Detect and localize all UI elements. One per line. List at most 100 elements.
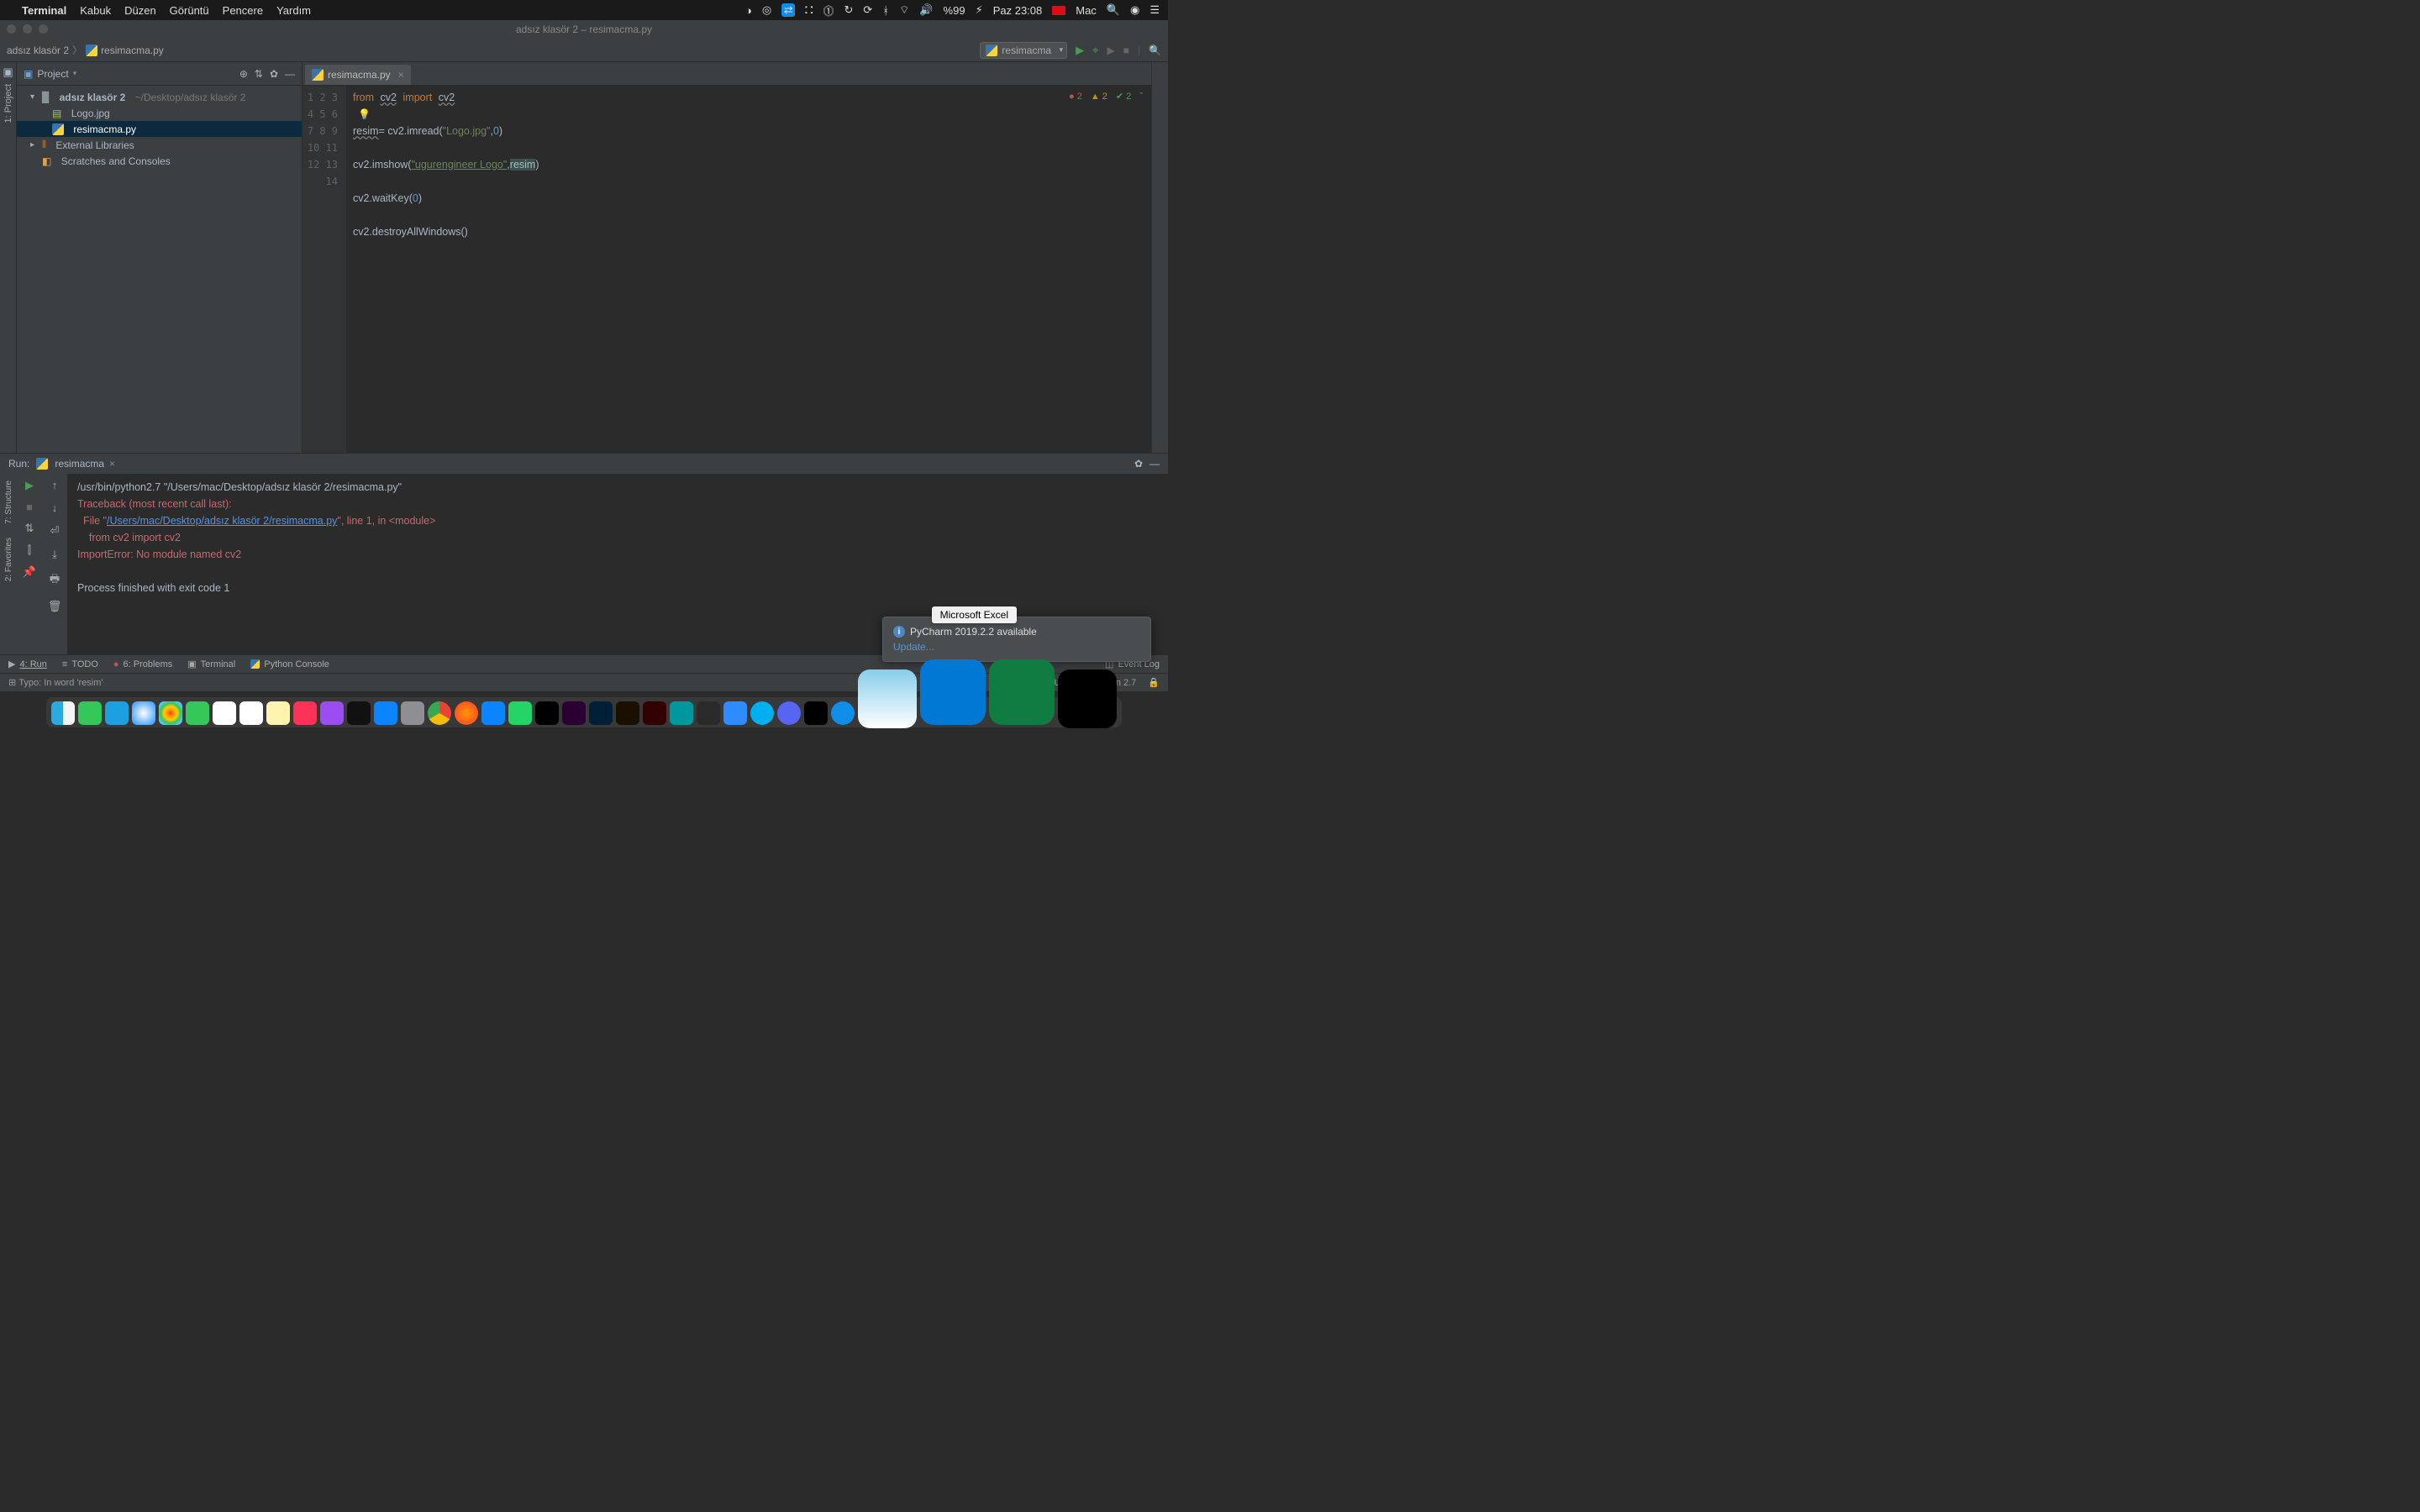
dock-safari[interactable] xyxy=(132,701,155,725)
debug-icon[interactable]: ⌖ xyxy=(1092,44,1098,57)
stop-icon[interactable]: ■ xyxy=(1123,45,1129,56)
timemachine-icon[interactable]: ⟳ xyxy=(863,3,872,17)
dock-premiere[interactable] xyxy=(562,701,586,725)
tree-file-logo[interactable]: ▤ Logo.jpg xyxy=(17,105,302,121)
lock-icon[interactable]: 🔒 xyxy=(1148,677,1160,688)
project-strip-label[interactable]: 1: Project xyxy=(3,84,13,123)
gear-icon[interactable]: ✿ xyxy=(1134,458,1143,470)
teamviewer-icon[interactable]: ⇄ xyxy=(781,3,795,17)
chevron-icon[interactable]: ˇ xyxy=(1139,92,1143,102)
dock-tv[interactable] xyxy=(347,701,371,725)
dock-finder[interactable] xyxy=(51,701,75,725)
dock-reminders[interactable] xyxy=(239,701,263,725)
pin-icon[interactable]: 📌 xyxy=(23,565,36,579)
dock-bridge[interactable] xyxy=(616,701,639,725)
filter-icon[interactable]: ⫿ xyxy=(28,543,31,557)
dock-messages[interactable] xyxy=(78,701,102,725)
cc-icon[interactable]: ◎ xyxy=(762,3,771,17)
scroll-icon[interactable]: ⤓ xyxy=(52,548,57,561)
structure-strip[interactable]: 7: Structure xyxy=(4,480,13,524)
code-area[interactable]: 1 2 3 4 5 6 7 8 9 10 11 12 13 14 from cv… xyxy=(302,86,1151,453)
dock-chrome[interactable] xyxy=(428,701,451,725)
dock-excel[interactable] xyxy=(989,659,1055,725)
clock[interactable]: Paz 23:08 xyxy=(993,4,1043,17)
locate-icon[interactable]: ⊕ xyxy=(239,68,248,80)
battery-icon[interactable]: ⚡︎ xyxy=(976,3,983,17)
dock-facetime[interactable] xyxy=(186,701,209,725)
update-notification[interactable]: iPyCharm 2019.2.2 available Update... xyxy=(882,617,1151,662)
user-label[interactable]: Mac xyxy=(1076,4,1097,17)
dock-zoom[interactable] xyxy=(723,701,747,725)
close-icon[interactable]: × xyxy=(109,458,115,470)
run-coverage-icon[interactable]: ▶ xyxy=(1107,45,1114,56)
project-label[interactable]: Project xyxy=(37,68,68,80)
hide-icon[interactable]: — xyxy=(285,68,295,80)
spotlight-icon[interactable]: 🔍 xyxy=(1107,3,1120,17)
dock-calendar[interactable] xyxy=(213,701,236,725)
dock-teamviewer[interactable] xyxy=(831,701,855,725)
run-config-name[interactable]: resimacma xyxy=(55,458,104,470)
dock-discord[interactable] xyxy=(777,701,801,725)
hide-icon[interactable]: — xyxy=(1150,458,1160,470)
flag-icon[interactable] xyxy=(1052,6,1065,15)
search-icon[interactable]: 🔍 xyxy=(1149,45,1161,56)
dock-whatsapp[interactable] xyxy=(508,701,532,725)
up-icon[interactable]: ↑ xyxy=(52,479,58,491)
bottom-terminal[interactable]: ▣ Terminal xyxy=(187,659,235,669)
menu-goruntu[interactable]: Görüntü xyxy=(170,4,209,17)
notifications-icon[interactable]: ☰ xyxy=(1150,3,1160,17)
stop-icon[interactable]: ■ xyxy=(26,501,33,513)
dock-appstore[interactable] xyxy=(374,701,397,725)
dock-c[interactable] xyxy=(481,701,505,725)
dock-illustrator[interactable] xyxy=(643,701,666,725)
volume-icon[interactable]: 🔊 xyxy=(919,3,933,17)
dock-settings[interactable] xyxy=(401,701,424,725)
dock-firefox[interactable] xyxy=(455,701,478,725)
favorites-strip[interactable]: 2: Favorites xyxy=(4,538,13,581)
dock-terminal[interactable] xyxy=(1058,669,1117,728)
dock-skype[interactable] xyxy=(750,701,774,725)
dock-pycharm[interactable] xyxy=(804,701,828,725)
dock-arduino[interactable] xyxy=(670,701,693,725)
clear-icon[interactable]: 🗑 xyxy=(48,600,62,613)
menu-pencere[interactable]: Pencere xyxy=(223,4,263,17)
tree-ext-lib[interactable]: ▸⫴ External Libraries xyxy=(17,137,302,153)
grid-icon[interactable]: ⛚ xyxy=(805,3,813,17)
wrap-icon[interactable]: ⏎ xyxy=(50,524,60,538)
accessibility-icon[interactable]: ⓵ xyxy=(823,3,834,18)
siri-icon[interactable]: ◉ xyxy=(1130,3,1139,17)
backup-icon[interactable]: ↻ xyxy=(844,3,853,17)
tree-file-resimacma[interactable]: resimacma.py xyxy=(17,121,302,137)
battery-label[interactable]: %99 xyxy=(944,4,965,17)
run-config-selector[interactable]: resimacma xyxy=(980,42,1067,59)
bluetooth-icon[interactable]: ᚼ xyxy=(882,4,889,17)
traffic-lights[interactable] xyxy=(7,24,48,34)
bottom-problems[interactable]: ● 6: Problems xyxy=(113,659,172,669)
breadcrumb-root[interactable]: adsız klasör 2 xyxy=(7,45,69,56)
code-content[interactable]: from cv2 import cv2 💡 resim= cv2.imread(… xyxy=(346,86,1151,453)
dock-intellij[interactable] xyxy=(535,701,559,725)
dock-notes[interactable] xyxy=(266,701,290,725)
macos-dock[interactable] xyxy=(46,697,1122,727)
menu-duzen[interactable]: Düzen xyxy=(124,4,156,17)
bottom-pyconsole[interactable]: Python Console xyxy=(250,659,329,669)
settings-icon[interactable]: ✿ xyxy=(270,68,278,80)
run-icon[interactable]: ▶ xyxy=(1076,44,1084,57)
dock-preview[interactable] xyxy=(858,669,917,728)
bottom-todo[interactable]: ≡ TODO xyxy=(62,659,98,669)
dock-vscode[interactable] xyxy=(920,659,986,725)
dock-audio[interactable] xyxy=(697,701,720,725)
dock-podcasts[interactable] xyxy=(320,701,344,725)
project-strip-icon[interactable]: ▣ xyxy=(3,66,13,79)
inspection-indicators[interactable]: ● 2 ▲ 2 ✔ 2 ˇ xyxy=(1069,91,1143,102)
down-icon[interactable]: ↓ xyxy=(52,501,58,514)
tree-scratches[interactable]: ◧ Scratches and Consoles xyxy=(17,153,302,169)
wifi-icon[interactable]: ⌔ xyxy=(899,3,909,17)
dock-photos[interactable] xyxy=(159,701,182,725)
close-icon[interactable]: × xyxy=(398,69,404,81)
rerun-icon[interactable]: ▶ xyxy=(25,479,34,492)
menu-kabuk[interactable]: Kabuk xyxy=(80,4,111,17)
tree-root[interactable]: ▾▉ adsız klasör 2 ~/Desktop/adsız klasör… xyxy=(17,89,302,105)
menu-yardim[interactable]: Yardım xyxy=(276,4,311,17)
collapse-icon[interactable]: ⇅ xyxy=(255,68,263,80)
